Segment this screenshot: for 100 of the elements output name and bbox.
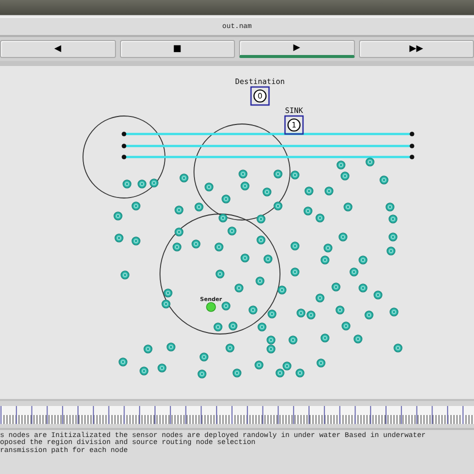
sensor-node[interactable] xyxy=(214,322,222,332)
sensor-node[interactable] xyxy=(324,186,334,196)
sensor-node[interactable] xyxy=(290,170,300,180)
sensor-node[interactable] xyxy=(174,228,184,236)
sensor-node[interactable] xyxy=(122,180,132,188)
sink-node[interactable] xyxy=(287,118,301,132)
sensor-node[interactable] xyxy=(158,364,166,372)
sensor-node[interactable] xyxy=(336,160,346,170)
sensor-node[interactable] xyxy=(198,370,206,378)
sensor-node[interactable] xyxy=(256,214,266,224)
sensor-node[interactable] xyxy=(386,202,394,212)
sensor-node[interactable] xyxy=(164,288,172,298)
sensor-node[interactable] xyxy=(138,180,146,188)
sensor-node[interactable] xyxy=(132,202,140,210)
sensor-node[interactable] xyxy=(324,244,332,252)
sensor-node[interactable] xyxy=(354,334,362,344)
sensor-node[interactable] xyxy=(344,202,352,212)
sensor-node[interactable] xyxy=(316,214,324,222)
node-frame xyxy=(284,115,304,135)
sensor-node[interactable] xyxy=(374,290,382,300)
sensor-node[interactable] xyxy=(316,358,326,368)
sensor-node[interactable] xyxy=(204,182,214,192)
sensor-node[interactable] xyxy=(332,282,340,292)
sensor-node[interactable] xyxy=(144,344,152,354)
sensor-node[interactable] xyxy=(320,334,330,342)
sensor-node[interactable] xyxy=(172,242,182,252)
sensor-node[interactable] xyxy=(276,368,284,378)
sensor-node[interactable] xyxy=(366,158,374,166)
sensor-node[interactable] xyxy=(118,358,128,366)
sensor-node[interactable] xyxy=(358,284,368,292)
sensor-node[interactable] xyxy=(226,344,234,352)
sensor-node[interactable] xyxy=(388,232,398,242)
play-button[interactable]: ▶ xyxy=(239,40,354,58)
sensor-node[interactable] xyxy=(166,342,176,352)
sensor-node[interactable] xyxy=(380,176,388,184)
sensor-node[interactable] xyxy=(394,344,402,352)
sensor-node[interactable] xyxy=(216,270,224,278)
sensor-node[interactable] xyxy=(338,232,348,242)
sensor-node[interactable] xyxy=(278,286,286,294)
sender-node[interactable] xyxy=(206,302,216,312)
sensor-node[interactable] xyxy=(132,236,140,246)
sensor-node[interactable] xyxy=(180,174,188,182)
sensor-node[interactable] xyxy=(282,362,292,370)
sensor-node[interactable] xyxy=(256,236,266,244)
sensor-node[interactable] xyxy=(256,276,264,286)
sensor-node[interactable] xyxy=(316,294,324,302)
sensor-node[interactable] xyxy=(240,182,250,190)
sensor-node[interactable] xyxy=(218,214,228,222)
sensor-node[interactable] xyxy=(386,246,396,256)
sensor-node[interactable] xyxy=(296,308,306,318)
sensor-node[interactable] xyxy=(358,256,368,264)
sensor-node[interactable] xyxy=(114,234,124,242)
sensor-node[interactable] xyxy=(238,170,248,178)
sensor-node[interactable] xyxy=(288,336,298,344)
sensor-node[interactable] xyxy=(174,206,184,214)
sensor-node[interactable] xyxy=(274,202,282,210)
sensor-node[interactable] xyxy=(304,206,312,216)
sensor-node[interactable] xyxy=(140,366,148,376)
sensor-node[interactable] xyxy=(274,170,282,178)
sensor-node[interactable] xyxy=(194,202,204,212)
sensor-node[interactable] xyxy=(306,310,316,320)
sensor-node[interactable] xyxy=(390,308,398,316)
sensor-node[interactable] xyxy=(232,368,242,378)
sensor-node[interactable] xyxy=(192,240,200,248)
sensor-node[interactable] xyxy=(304,186,314,196)
sensor-node[interactable] xyxy=(162,300,170,308)
sensor-node[interactable] xyxy=(340,172,350,180)
sensor-node[interactable] xyxy=(262,188,272,196)
destination-node[interactable] xyxy=(253,89,267,103)
sensor-node[interactable] xyxy=(290,268,300,276)
sensor-node[interactable] xyxy=(228,226,236,236)
sensor-node[interactable] xyxy=(258,322,266,332)
sensor-node[interactable] xyxy=(120,270,130,280)
sensor-node[interactable] xyxy=(266,336,276,344)
sensor-node[interactable] xyxy=(364,310,374,320)
sensor-node[interactable] xyxy=(290,242,300,250)
fast-forward-button[interactable]: ▶▶ xyxy=(358,40,474,58)
sensor-node[interactable] xyxy=(350,268,358,276)
sensor-node[interactable] xyxy=(150,178,158,188)
rewind-button[interactable]: ◀ xyxy=(0,40,116,58)
sensor-node[interactable] xyxy=(320,256,330,264)
sensor-node[interactable] xyxy=(240,254,250,262)
sensor-node[interactable] xyxy=(248,306,258,314)
sensor-node[interactable] xyxy=(254,360,264,370)
sensor-node[interactable] xyxy=(296,368,304,378)
sensor-node[interactable] xyxy=(222,194,230,204)
sensor-node[interactable] xyxy=(336,306,344,314)
sensor-node[interactable] xyxy=(114,212,122,220)
sensor-node[interactable] xyxy=(234,284,244,292)
sensor-node[interactable] xyxy=(342,322,350,330)
sensor-node[interactable] xyxy=(214,242,224,252)
sensor-node[interactable] xyxy=(200,352,208,362)
sensor-node[interactable] xyxy=(388,214,398,224)
sensor-node[interactable] xyxy=(228,322,238,330)
sensor-node[interactable] xyxy=(264,254,272,264)
stop-button[interactable]: ■ xyxy=(120,40,235,58)
sensor-node[interactable] xyxy=(222,302,230,310)
sensor-node[interactable] xyxy=(268,310,276,318)
sensor-node[interactable] xyxy=(266,344,276,354)
timeline-ruler[interactable] xyxy=(0,406,474,424)
